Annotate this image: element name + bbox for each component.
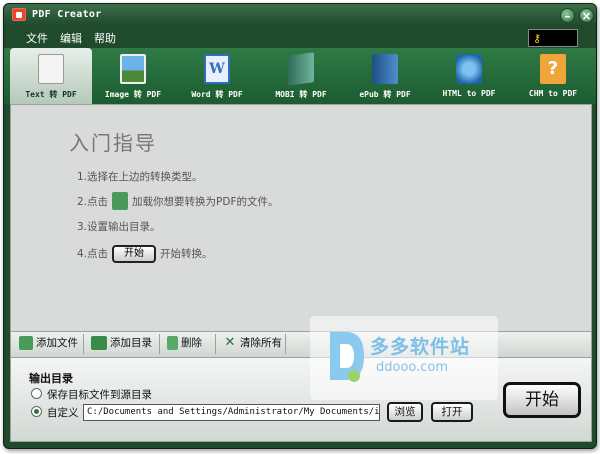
menu-help[interactable]: 帮助 — [94, 30, 116, 46]
output-panel: 输出目录 保存目标文件到源目录 自定义 C:/Documents and Set… — [10, 358, 592, 442]
browse-button[interactable]: 浏览 — [387, 402, 423, 422]
clear-x-icon: ✕ — [224, 334, 236, 350]
tab-label: MOBI 转 PDF — [275, 90, 327, 99]
start-mini-button: 开始 — [112, 245, 157, 263]
add-file-mini-icon — [112, 192, 129, 210]
step-text: 加载你想要转换为PDF的文件。 — [132, 196, 279, 208]
text-document-icon — [38, 54, 64, 84]
button-label: 添加文件 — [36, 337, 78, 349]
start-button[interactable]: 开始 — [503, 382, 581, 418]
add-folder-button[interactable]: 添加目录 — [91, 335, 152, 355]
radio-label-custom: 自定义 — [47, 407, 79, 419]
guide-step-2: 2.点击 加载你想要转换为PDF的文件。 — [77, 192, 279, 211]
tab-label: Image 转 PDF — [104, 90, 162, 99]
add-file-button[interactable]: 添加文件 — [19, 335, 78, 355]
guide-panel: 入门指导 1.选择在上边的转换类型。 2.点击 加载你想要转换为PDF的文件。 3… — [10, 104, 592, 332]
step-text: 开始转换。 — [160, 248, 213, 260]
menu-file[interactable]: 文件 — [26, 30, 48, 46]
button-label: 清除所有 — [240, 337, 282, 349]
watermark-url: ddooo.com — [376, 360, 449, 375]
tab-label: Text 转 PDF — [25, 90, 77, 99]
button-label: 删除 — [181, 337, 202, 349]
clear-all-button[interactable]: ✕ 清除所有 — [223, 335, 282, 355]
app-logo-icon — [12, 8, 26, 21]
html-icon — [456, 54, 482, 84]
tab-label: Word 转 PDF — [191, 90, 243, 99]
divider — [159, 334, 160, 354]
tab-text-to-pdf[interactable]: Text 转 PDF — [10, 48, 92, 104]
key-icon: ⚷ — [533, 32, 542, 45]
radio-label-source: 保存目标文件到源目录 — [47, 389, 152, 401]
button-label: 添加目录 — [110, 337, 152, 349]
conversion-toolbar: Text 转 PDF Image 转 PDF W Word 转 PDF MOBI… — [4, 48, 596, 104]
add-file-icon — [19, 335, 33, 350]
trash-icon — [167, 335, 178, 350]
guide-step-4: 4.点击 开始 开始转换。 — [77, 245, 213, 263]
close-button[interactable]: × — [579, 8, 594, 23]
menu-bar: 文件 编辑 帮助 ⚷ — [4, 26, 596, 48]
output-title: 输出目录 — [29, 372, 73, 385]
tab-label: HTML to PDF — [442, 89, 496, 98]
word-icon: W — [204, 54, 230, 84]
menu-edit[interactable]: 编辑 — [60, 30, 82, 46]
step-text: 4.点击 — [77, 248, 109, 260]
step-text: 2.点击 — [77, 196, 109, 208]
delete-button[interactable]: 删除 — [167, 335, 202, 355]
radio-custom[interactable] — [31, 406, 42, 417]
epub-book-icon — [372, 54, 398, 84]
divider — [215, 334, 216, 354]
tab-word-to-pdf[interactable]: W Word 转 PDF — [176, 48, 258, 104]
watermark-name: 多多软件站 — [370, 336, 471, 358]
guide-step-3: 3.设置输出目录。 — [77, 221, 161, 233]
open-folder-button[interactable]: 打开 — [431, 402, 473, 422]
tab-chm-to-pdf[interactable]: ? CHM to PDF — [512, 48, 594, 104]
add-folder-icon — [91, 335, 107, 350]
app-window: PDF Creator – × 文件 编辑 帮助 ⚷ Text 转 PDF Im… — [3, 3, 597, 449]
radio-save-to-source[interactable] — [31, 388, 42, 399]
register-key-box[interactable]: ⚷ — [528, 29, 578, 47]
window-title: PDF Creator — [32, 9, 102, 20]
minimize-button[interactable]: – — [560, 8, 575, 23]
tab-label: CHM to PDF — [528, 89, 578, 98]
guide-step-1: 1.选择在上边的转换类型。 — [77, 171, 203, 183]
tab-html-to-pdf[interactable]: HTML to PDF — [428, 48, 510, 104]
output-path-field[interactable]: C:/Documents and Settings/Administrator/… — [83, 404, 380, 421]
tab-epub-to-pdf[interactable]: ePub 转 PDF — [344, 48, 426, 104]
title-bar: PDF Creator – × — [4, 4, 596, 26]
divider — [83, 334, 84, 354]
mobi-book-icon — [288, 52, 314, 86]
watermark-logo-icon — [330, 332, 364, 382]
site-watermark: 多多软件站 ddooo.com — [310, 316, 498, 400]
chm-help-icon: ? — [540, 54, 566, 84]
tab-mobi-to-pdf[interactable]: MOBI 转 PDF — [260, 48, 342, 104]
tab-image-to-pdf[interactable]: Image 转 PDF — [92, 48, 174, 104]
tab-label: ePub 转 PDF — [359, 90, 411, 99]
file-action-bar: 添加文件 添加目录 删除 ✕ 清除所有 — [10, 332, 592, 358]
image-icon — [120, 54, 146, 84]
guide-title: 入门指导 — [69, 131, 157, 155]
divider — [285, 334, 286, 354]
